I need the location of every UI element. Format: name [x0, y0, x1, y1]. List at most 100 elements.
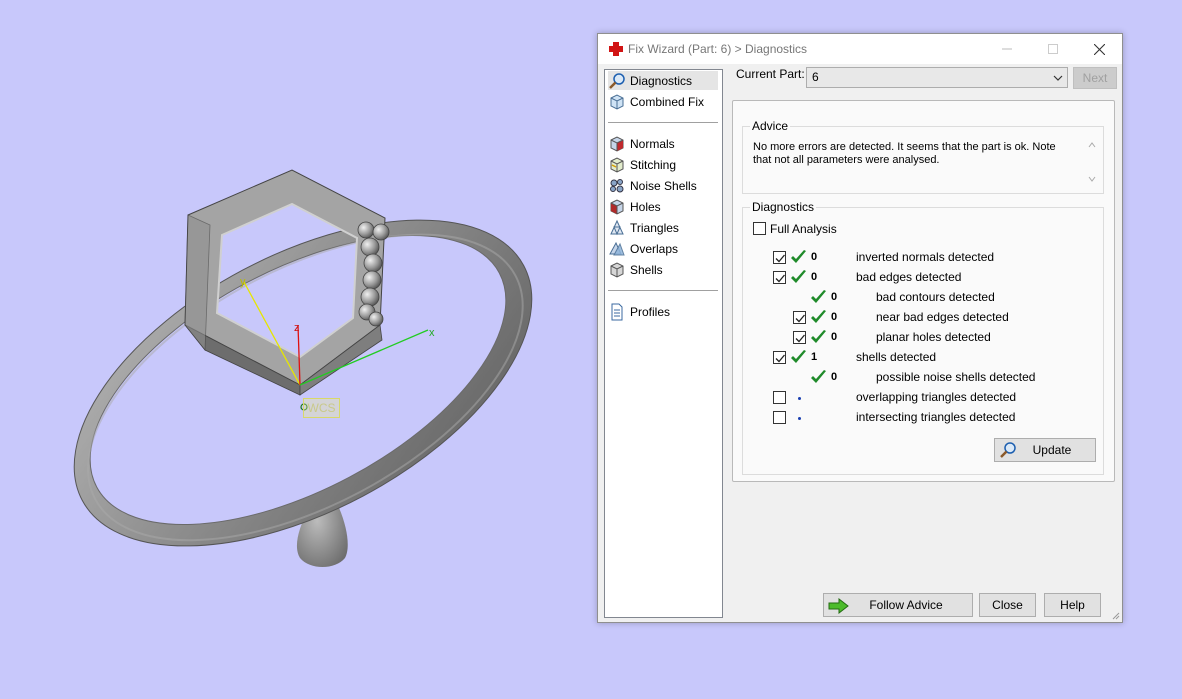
chevron-down-icon: [1053, 75, 1063, 81]
scroll-arrows-icon: [1088, 142, 1096, 182]
diagnostic-label: bad contours detected: [876, 290, 995, 304]
pending-dot-icon: [798, 397, 801, 400]
pending-dot-icon: [798, 417, 801, 420]
green-check-icon: [810, 369, 827, 385]
diagnostic-count: 0: [831, 331, 838, 343]
close-icon: [1093, 43, 1105, 55]
checkmark-icon: [775, 354, 785, 363]
diagnostic-count: 0: [831, 291, 838, 303]
magnifier-icon: [609, 72, 625, 89]
full-analysis-checkbox[interactable]: [753, 222, 766, 235]
nav-item-overlaps[interactable]: Overlaps: [608, 239, 718, 258]
magnifier-icon: [1000, 442, 1016, 458]
shells-icon: [610, 261, 624, 278]
diagnostic-checkbox[interactable]: [773, 411, 786, 424]
close-button[interactable]: Close: [979, 593, 1036, 617]
diagnostic-label: planar holes detected: [876, 330, 991, 344]
current-part-value: 6: [812, 70, 819, 84]
title-bar[interactable]: Fix Wizard (Part: 6) > Diagnostics: [598, 34, 1122, 64]
nav-label: Stitching: [630, 157, 677, 172]
diagnostic-count: 0: [811, 251, 818, 263]
nav-item-combined-fix[interactable]: Combined Fix: [608, 92, 718, 111]
diagnostic-label: overlapping triangles detected: [856, 390, 1017, 404]
overlaps-icon: [609, 241, 625, 255]
wcs-label: WCS: [303, 398, 340, 418]
nav-label: Shells: [630, 262, 663, 277]
maximize-button[interactable]: [1030, 34, 1076, 64]
minimize-button[interactable]: [984, 34, 1030, 64]
diagnostic-checkbox[interactable]: [773, 351, 786, 364]
resize-grip-icon[interactable]: [1110, 610, 1120, 620]
update-button[interactable]: Update: [994, 438, 1096, 462]
nav-item-profiles[interactable]: Profiles: [608, 302, 718, 321]
green-check-icon: [790, 249, 807, 265]
window-title: Fix Wizard (Part: 6) > Diagnostics: [628, 42, 808, 56]
nav-item-shells[interactable]: Shells: [608, 260, 718, 279]
diagnostic-label: near bad edges detected: [876, 310, 1009, 324]
green-check-icon: [810, 309, 827, 325]
green-check-icon: [810, 329, 827, 345]
green-arrow-icon: [828, 598, 849, 614]
nav-divider: [608, 290, 718, 291]
next-button[interactable]: Next: [1073, 67, 1117, 89]
diagnostic-label: shells detected: [856, 350, 937, 364]
noise-shells-icon: [610, 178, 624, 192]
checkmark-icon: [775, 274, 785, 283]
normals-cube-icon: [610, 135, 624, 152]
nav-item-diagnostics[interactable]: Diagnostics: [608, 71, 718, 90]
nav-label: Holes: [630, 199, 661, 214]
maximize-icon: [1048, 44, 1058, 54]
diagnostic-checkbox[interactable]: [773, 271, 786, 284]
nav-label: Noise Shells: [630, 178, 697, 193]
minimize-icon: [1002, 48, 1012, 50]
3d-viewport[interactable]: x y z WCS: [0, 0, 600, 699]
diagnostic-label: bad edges detected: [856, 270, 962, 284]
fix-wizard-dialog: Fix Wizard (Part: 6) > Diagnostics Diagn…: [597, 33, 1123, 623]
close-window-button[interactable]: [1076, 34, 1122, 64]
axis-y-label: y: [240, 276, 246, 288]
stitching-cube-icon: [610, 156, 624, 173]
update-label: Update: [1032, 443, 1072, 457]
checkmark-icon: [795, 314, 805, 323]
nav-label: Normals: [630, 136, 675, 151]
nav-item-stitching[interactable]: Stitching: [608, 155, 718, 174]
nav-label: Diagnostics: [630, 73, 693, 88]
nav-item-normals[interactable]: Normals: [608, 134, 718, 153]
current-part-select[interactable]: 6: [806, 67, 1068, 88]
checkmark-icon: [795, 334, 805, 343]
follow-advice-label: Follow Advice: [869, 598, 943, 612]
diagnostic-count: 0: [831, 371, 838, 383]
close-label: Close: [992, 598, 1023, 612]
diagnostics-title: Diagnostics: [750, 200, 817, 214]
green-check-icon: [810, 289, 827, 305]
green-check-icon: [790, 269, 807, 285]
diagnostics-group: Diagnostics Full Analysis 0 inverted norm…: [742, 200, 1104, 475]
wizard-nav-panel: Diagnostics Combined Fix Normals Stitchi…: [604, 69, 723, 618]
diagnostic-label: intersecting triangles detected: [856, 410, 1016, 424]
profiles-document-icon: [611, 303, 623, 320]
follow-advice-button[interactable]: Follow Advice: [823, 593, 973, 617]
diagnostic-checkbox[interactable]: [793, 331, 806, 344]
diagnostic-checkbox[interactable]: [773, 251, 786, 264]
nav-item-triangles[interactable]: Triangles: [608, 218, 718, 237]
checkmark-icon: [775, 254, 785, 263]
diagnostics-panel: Advice No more errors are detected. It s…: [732, 100, 1115, 482]
diagnostic-checkbox[interactable]: [793, 311, 806, 324]
nav-label: Profiles: [630, 304, 671, 319]
red-cross-icon: [609, 42, 623, 56]
nav-item-noise-shells[interactable]: Noise Shells: [608, 176, 718, 195]
advice-title: Advice: [750, 119, 791, 133]
help-button[interactable]: Help: [1044, 593, 1101, 617]
axis-x-label: x: [429, 327, 435, 339]
advice-scrollbar[interactable]: [1085, 139, 1099, 185]
current-part-label: Current Part:: [736, 67, 805, 81]
nav-label: Overlaps: [630, 241, 679, 256]
holes-cube-icon: [610, 198, 624, 215]
diagnostic-label: possible noise shells detected: [876, 370, 1036, 384]
nav-item-holes[interactable]: Holes: [608, 197, 718, 216]
diagnostic-count: 1: [811, 351, 818, 363]
diagnostic-checkbox[interactable]: [773, 391, 786, 404]
nav-divider: [608, 122, 718, 123]
triangles-icon: [610, 219, 624, 235]
nav-label: Combined Fix: [630, 94, 705, 109]
